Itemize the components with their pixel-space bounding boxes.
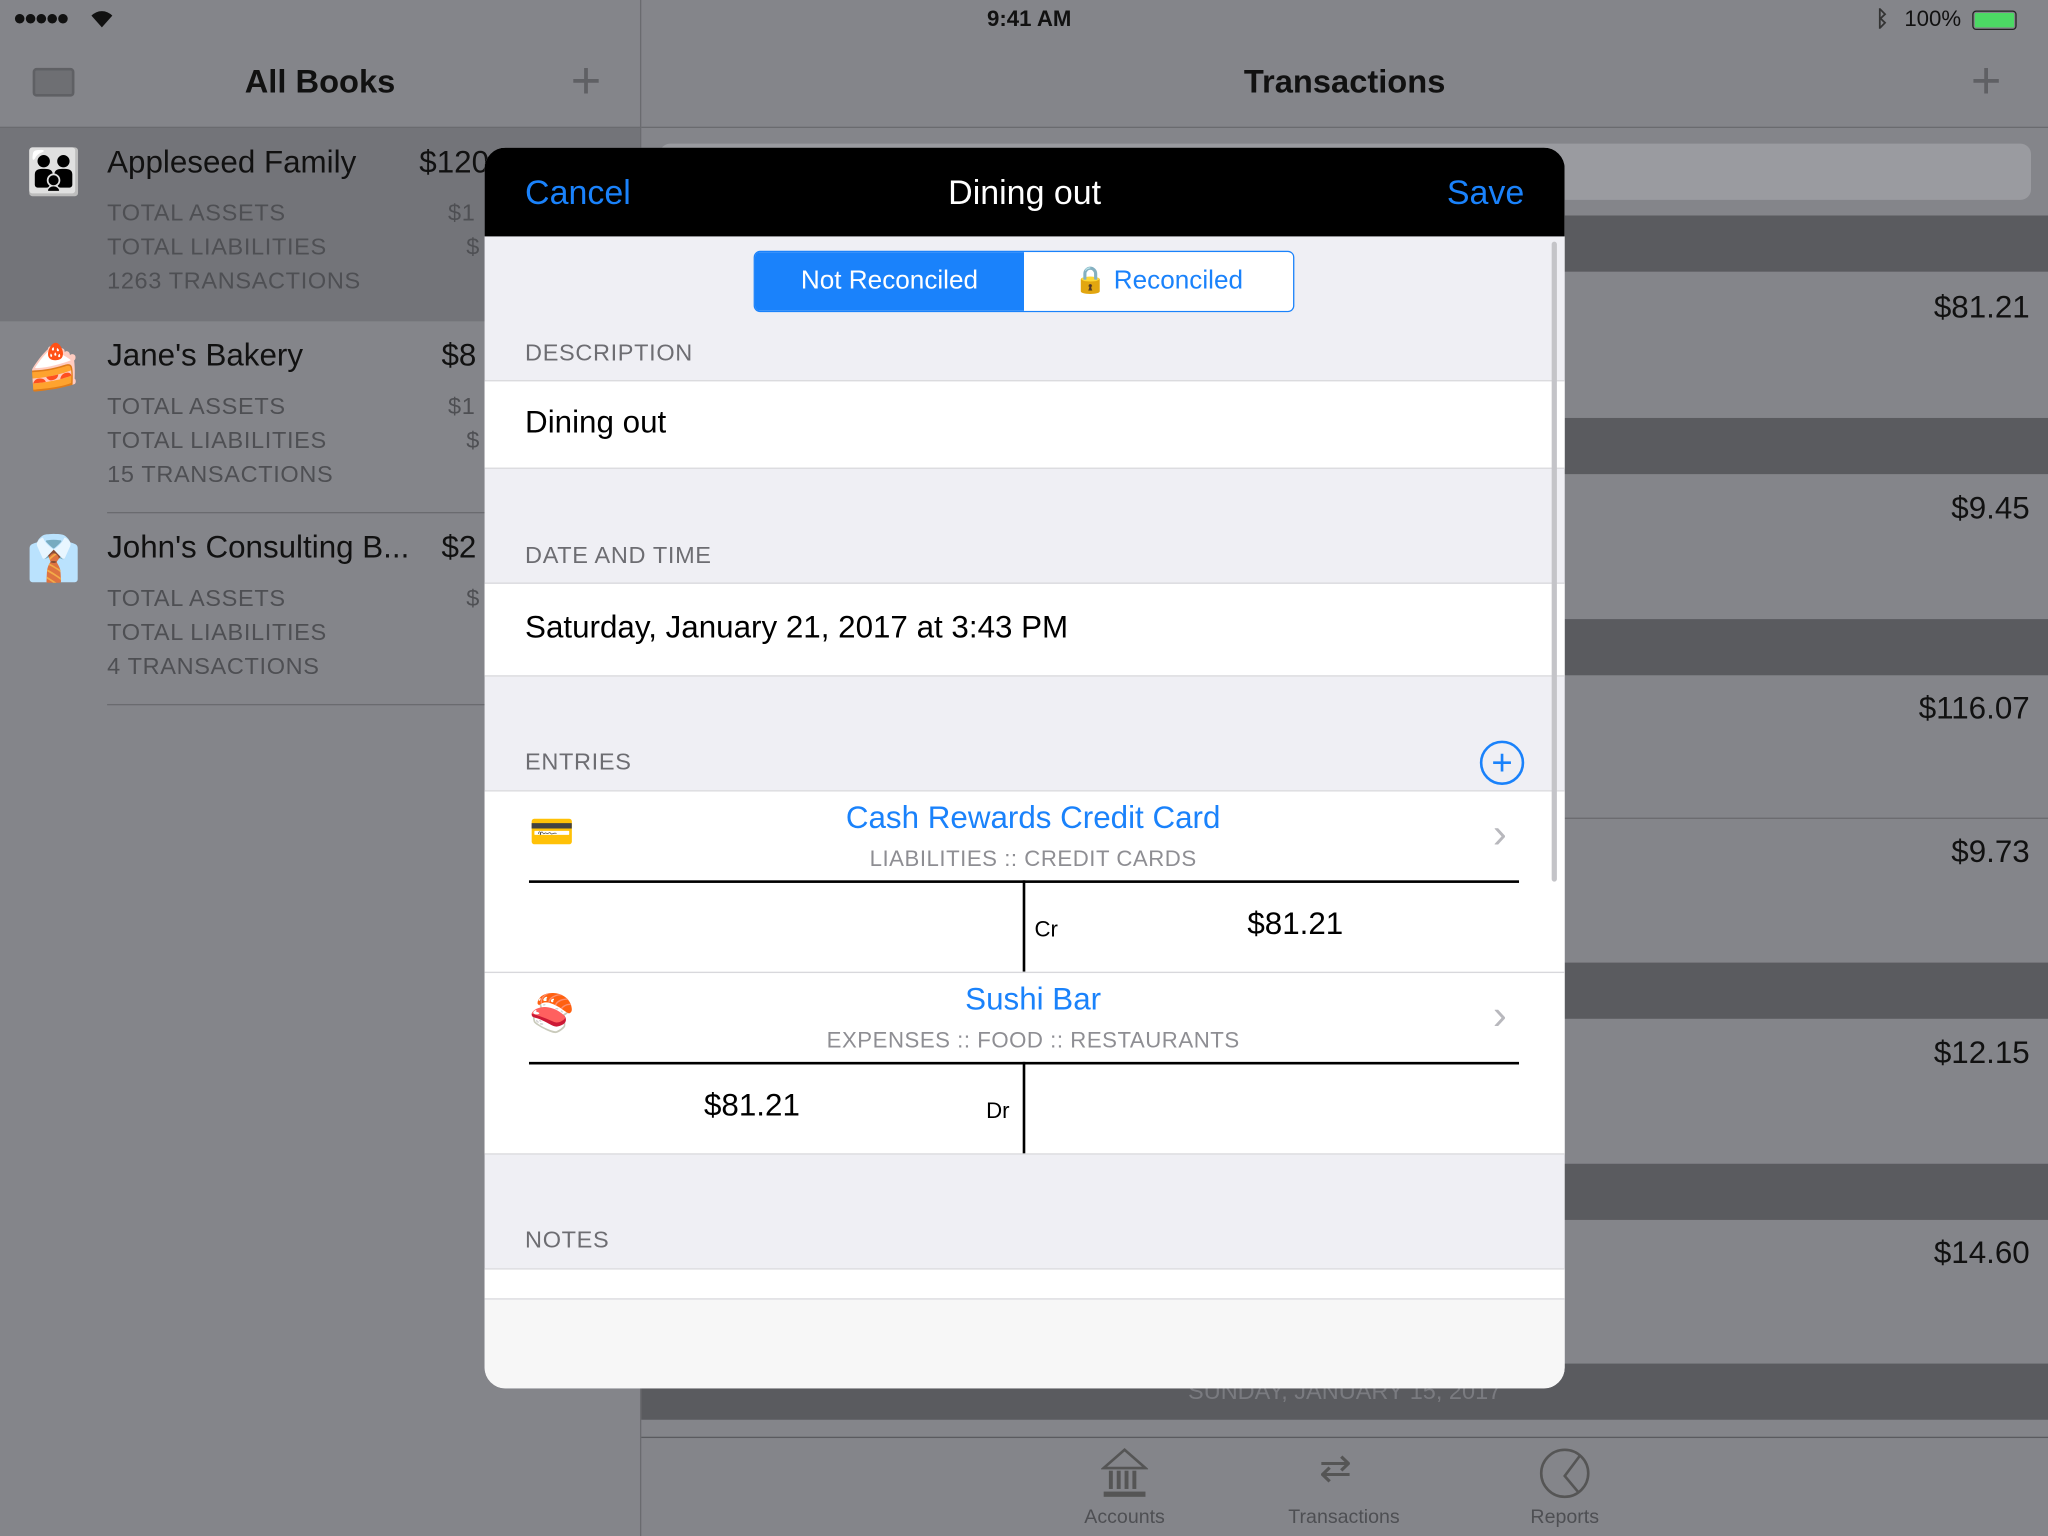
segment-label: Reconciled — [1113, 266, 1244, 296]
transactions-count: 1263 TRANSACTIONS — [107, 267, 361, 294]
transaction-amount[interactable]: $12.15 — [1934, 1036, 2030, 1073]
assets-value: $ — [466, 585, 481, 612]
entry-row[interactable]: 🍣 Sushi Bar EXPENSES :: FOOD :: RESTAURA… — [484, 971, 1565, 1155]
divider — [641, 126, 2048, 128]
date-value: Saturday, January 21, 2017 at 3:43 PM — [525, 609, 1069, 646]
transaction-amount[interactable]: $116.07 — [1919, 691, 2030, 728]
description-header: DESCRIPTION — [525, 339, 693, 366]
modal-footer — [484, 1299, 1565, 1389]
cake-icon: 🍰 — [26, 343, 82, 394]
transaction-amount[interactable]: $81.21 — [1934, 290, 2030, 327]
transaction-amount[interactable]: $14.60 — [1934, 1236, 2030, 1273]
lock-icon: 🔒 — [1073, 266, 1107, 296]
entry-account-name: Sushi Bar — [965, 982, 1102, 1018]
transaction-amount[interactable]: $9.73 — [1951, 835, 2029, 872]
transaction-amount[interactable]: $9.45 — [1951, 491, 2029, 528]
right-title: Transactions — [1243, 63, 1446, 101]
tab-label: Accounts — [1084, 1505, 1165, 1529]
segment-not-reconciled[interactable]: Not Reconciled — [754, 252, 1024, 311]
modal-title: Dining out — [948, 172, 1102, 212]
left-title: All Books — [244, 63, 396, 101]
chevron-right-icon: › — [1492, 809, 1507, 857]
status-time: 9:41 AM — [987, 6, 1072, 32]
entry-row[interactable]: 💳 Cash Rewards Credit Card LIABILITIES :… — [484, 790, 1565, 974]
add-transaction-button[interactable]: + — [1971, 55, 2002, 107]
battery-percent: 100% — [1904, 6, 1962, 32]
assets-label: TOTAL ASSETS — [107, 585, 286, 612]
transactions-count: 15 TRANSACTIONS — [107, 461, 334, 488]
assets-label: TOTAL ASSETS — [107, 199, 286, 226]
description-field[interactable]: Dining out — [484, 380, 1565, 469]
battery-icon — [1972, 10, 2017, 31]
notes-header: NOTES — [525, 1226, 610, 1253]
pie-chart-icon — [1539, 1447, 1591, 1506]
debit-amount[interactable]: $81.21 — [704, 1088, 800, 1125]
book-amount: $120 — [419, 144, 489, 181]
credit-amount[interactable]: $81.21 — [1247, 906, 1343, 943]
chevron-right-icon: › — [1492, 991, 1507, 1039]
tab-label: Reports — [1530, 1505, 1600, 1529]
liabilities-label: TOTAL LIABILITIES — [107, 619, 327, 646]
bluetooth-icon: ᛒ — [1875, 6, 1889, 32]
bank-icon — [1100, 1447, 1149, 1506]
book-amount: $8 — [441, 338, 477, 374]
save-button[interactable]: Save — [1447, 172, 1524, 212]
t-account-divider — [1022, 1061, 1025, 1154]
entry-account-path: LIABILITIES :: CREDIT CARDS — [869, 846, 1197, 872]
entry-account-name: Cash Rewards Credit Card — [845, 800, 1221, 836]
add-book-button[interactable]: + — [571, 55, 602, 107]
entry-account-path: EXPENSES :: FOOD :: RESTAURANTS — [826, 1027, 1240, 1053]
family-icon: 👪 — [26, 147, 82, 198]
book-name: Jane's Bakery — [107, 338, 304, 374]
tab-label: Transactions — [1288, 1505, 1400, 1529]
book-name: John's Consulting B... — [107, 530, 410, 566]
book-name: Appleseed Family — [107, 144, 357, 181]
liabilities-value: $ — [466, 233, 481, 260]
assets-value: $1 — [447, 199, 476, 226]
date-field[interactable]: Saturday, January 21, 2017 at 3:43 PM — [484, 582, 1565, 677]
shirt-tie-icon: 👔 — [26, 534, 82, 584]
divider — [641, 1436, 2048, 1439]
date-header: DATE AND TIME — [525, 542, 712, 569]
debit-label: Dr — [986, 1098, 1010, 1124]
credit-label: Cr — [1034, 916, 1058, 942]
book-amount: $2 — [441, 530, 477, 566]
scrollbar[interactable] — [1551, 241, 1557, 882]
add-entry-button[interactable]: + — [1479, 740, 1525, 785]
t-account-divider — [1022, 880, 1025, 972]
reconcile-segmented-control[interactable]: Not Reconciled 🔒 Reconciled — [753, 250, 1295, 313]
assets-label: TOTAL ASSETS — [107, 393, 286, 420]
description-value: Dining out — [525, 404, 667, 441]
segment-reconciled[interactable]: 🔒 Reconciled — [1023, 252, 1294, 311]
assets-value: $1 — [447, 393, 476, 420]
notes-field[interactable] — [484, 1268, 1565, 1300]
transaction-edit-modal: Cancel Dining out Save Not Reconciled 🔒 … — [484, 147, 1565, 1389]
liabilities-value: $ — [466, 427, 481, 454]
transfer-arrows-icon: ⇄ — [1319, 1447, 1353, 1491]
modal-nav-bar: Cancel Dining out Save — [484, 147, 1565, 237]
entries-header: ENTRIES — [525, 748, 632, 775]
liabilities-label: TOTAL LIABILITIES — [107, 427, 327, 454]
transactions-count: 4 TRANSACTIONS — [107, 653, 320, 680]
liabilities-label: TOTAL LIABILITIES — [107, 233, 327, 260]
